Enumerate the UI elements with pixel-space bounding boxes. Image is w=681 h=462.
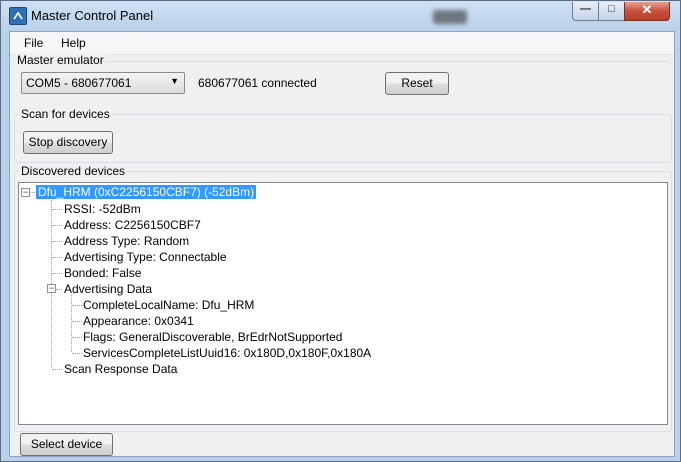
collapse-icon[interactable]: − (21, 188, 30, 197)
tree-connector (56, 289, 62, 290)
tree-connector (71, 295, 72, 352)
chevron-down-icon: ▼ (170, 76, 179, 86)
stop-discovery-button[interactable]: Stop discovery (23, 131, 113, 154)
tree-node-advertising-data[interactable]: Advertising Data (64, 282, 152, 296)
tree-node-device[interactable]: Dfu_HRM (0xC2256150CBF7) (-52dBm) (36, 185, 257, 199)
tree-connector (52, 209, 62, 210)
app-icon (9, 7, 27, 25)
tree-connector (30, 192, 35, 193)
tree-node-appearance[interactable]: Appearance: 0x0341 (83, 314, 194, 328)
tree-node-local-name[interactable]: CompleteLocalName: Dfu_HRM (83, 298, 254, 312)
tree-connector (52, 241, 62, 242)
emulator-select[interactable]: COM5 - 680677061 ▼ (21, 72, 185, 94)
scan-label: Scan for devices (19, 107, 112, 121)
select-device-button[interactable]: Select device (20, 433, 113, 456)
reset-button[interactable]: Reset (385, 72, 449, 95)
close-icon: ✕ (641, 2, 653, 17)
maximize-icon: □ (608, 3, 615, 15)
tree-connector (52, 225, 62, 226)
title-bar[interactable]: Master Control Panel — □ ✕ (1, 1, 680, 31)
tree-node-address[interactable]: Address: C2256150CBF7 (64, 218, 201, 232)
blurred-region (433, 10, 467, 24)
menu-help[interactable]: Help (61, 36, 86, 50)
menu-file[interactable]: File (24, 36, 43, 50)
tree-node-address-type[interactable]: Address Type: Random (64, 234, 189, 248)
tree-node-flags[interactable]: Flags: GeneralDiscoverable, BrEdrNotSupp… (83, 330, 342, 344)
tree-node-advertising-type[interactable]: Advertising Type: Connectable (64, 250, 227, 264)
main-window: Master Control Panel — □ ✕ File Help Mas… (0, 0, 681, 462)
close-button[interactable]: ✕ (624, 2, 670, 21)
tree-connector (72, 337, 82, 338)
window-title: Master Control Panel (31, 8, 154, 23)
tree-connector (52, 369, 62, 370)
discovered-label: Discovered devices (19, 164, 128, 178)
connection-status: 680677061 connected (198, 76, 317, 90)
maximize-button[interactable]: □ (598, 2, 625, 21)
minimize-icon: — (580, 3, 591, 15)
tree-node-services[interactable]: ServicesCompleteListUuid16: 0x180D,0x180… (83, 346, 371, 360)
tree-node-rssi[interactable]: RSSI: -52dBm (64, 202, 141, 216)
device-tree[interactable]: − Dfu_HRM (0xC2256150CBF7) (-52dBm) RSSI… (18, 182, 668, 425)
emulator-select-value: COM5 - 680677061 (26, 76, 132, 90)
tree-connector (72, 353, 82, 354)
tree-connector (72, 305, 82, 306)
master-emulator-label: Master emulator (15, 53, 106, 67)
minimize-button[interactable]: — (572, 2, 599, 21)
tree-node-bonded[interactable]: Bonded: False (64, 266, 141, 280)
tree-connector (52, 273, 62, 274)
collapse-icon[interactable]: − (47, 284, 56, 293)
tree-connector (52, 257, 62, 258)
tree-connector (72, 321, 82, 322)
tree-node-scan-response[interactable]: Scan Response Data (64, 362, 177, 376)
client-area: File Help Master emulator COM5 - 6806770… (9, 31, 675, 457)
menu-bar: File Help (10, 32, 674, 55)
